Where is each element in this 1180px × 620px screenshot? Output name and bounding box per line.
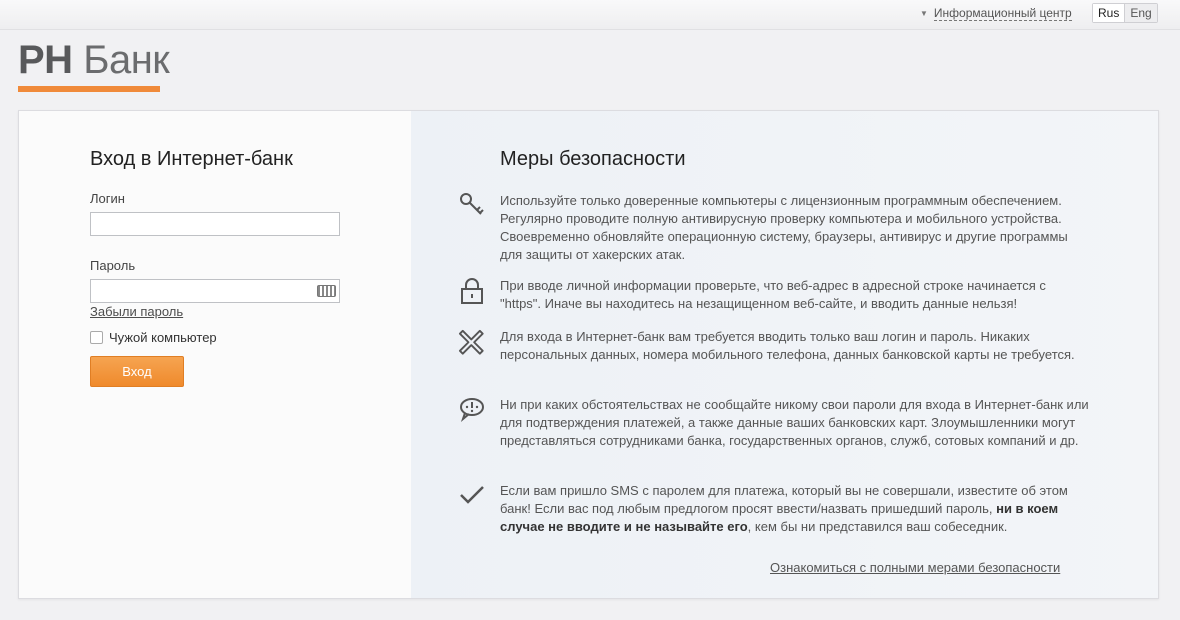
security-tip-3: Для входа в Интернет-банк вам требуется … (500, 329, 1075, 362)
login-title: Вход в Интернет-банк (90, 148, 293, 170)
login-button[interactable]: Вход (90, 356, 184, 387)
speech-alert-icon (460, 398, 484, 423)
info-center-label[interactable]: Информационный центр (933, 6, 1072, 21)
password-input[interactable] (90, 279, 340, 303)
tip-5-text-after: , кем бы ни представился ваш собеседник. (747, 519, 1008, 534)
foreign-computer-label[interactable]: Чужой компьютер (109, 330, 217, 345)
language-switcher: Rus Eng (1092, 3, 1158, 23)
main-card: Вход в Интернет-банк Логин Пароль Забыли… (18, 110, 1159, 599)
lang-eng-button[interactable]: Eng (1124, 4, 1157, 22)
login-panel: Вход в Интернет-банк Логин Пароль Забыли… (19, 111, 411, 598)
cross-icon (458, 329, 484, 355)
key-icon (460, 193, 484, 215)
logo-underline (18, 86, 160, 92)
security-panel: Меры безопасности Используйте только дов… (411, 111, 1158, 598)
info-center-menu[interactable]: ▼ Информационный центр (920, 6, 1072, 21)
security-tip-4: Ни при каких обстоятельствах не сообщайт… (500, 397, 1089, 448)
login-label: Логин (90, 191, 125, 206)
forgot-password-link[interactable]: Забыли пароль (90, 304, 183, 319)
logo-rn: РН (18, 38, 73, 82)
login-input[interactable] (90, 212, 340, 236)
lock-icon (461, 278, 483, 304)
security-tip-2: При вводе личной информации проверьте, ч… (500, 278, 1046, 311)
tip-5-text-before: Если вам пришло SMS с паролем для платеж… (500, 483, 1068, 516)
foreign-computer-checkbox[interactable] (90, 331, 103, 344)
full-security-link[interactable]: Ознакомиться с полными мерами безопаснос… (770, 560, 1060, 575)
security-tip-5: Если вам пришло SMS с паролем для платеж… (500, 482, 1090, 536)
lang-rus-button[interactable]: Rus (1093, 4, 1125, 22)
virtual-keyboard-button[interactable] (314, 280, 338, 302)
bank-logo[interactable]: РН Банк (18, 38, 170, 82)
top-bar: ▼ Информационный центр Rus Eng (0, 0, 1180, 30)
keyboard-icon (316, 285, 336, 297)
check-icon (460, 486, 484, 504)
logo-bank: Банк (83, 38, 170, 82)
security-tip-1: Используйте только доверенные компьютеры… (500, 193, 1068, 262)
triangle-down-icon: ▼ (920, 9, 928, 18)
foreign-computer-option[interactable]: Чужой компьютер (90, 330, 217, 345)
security-title: Меры безопасности (500, 148, 686, 170)
password-label: Пароль (90, 258, 136, 273)
